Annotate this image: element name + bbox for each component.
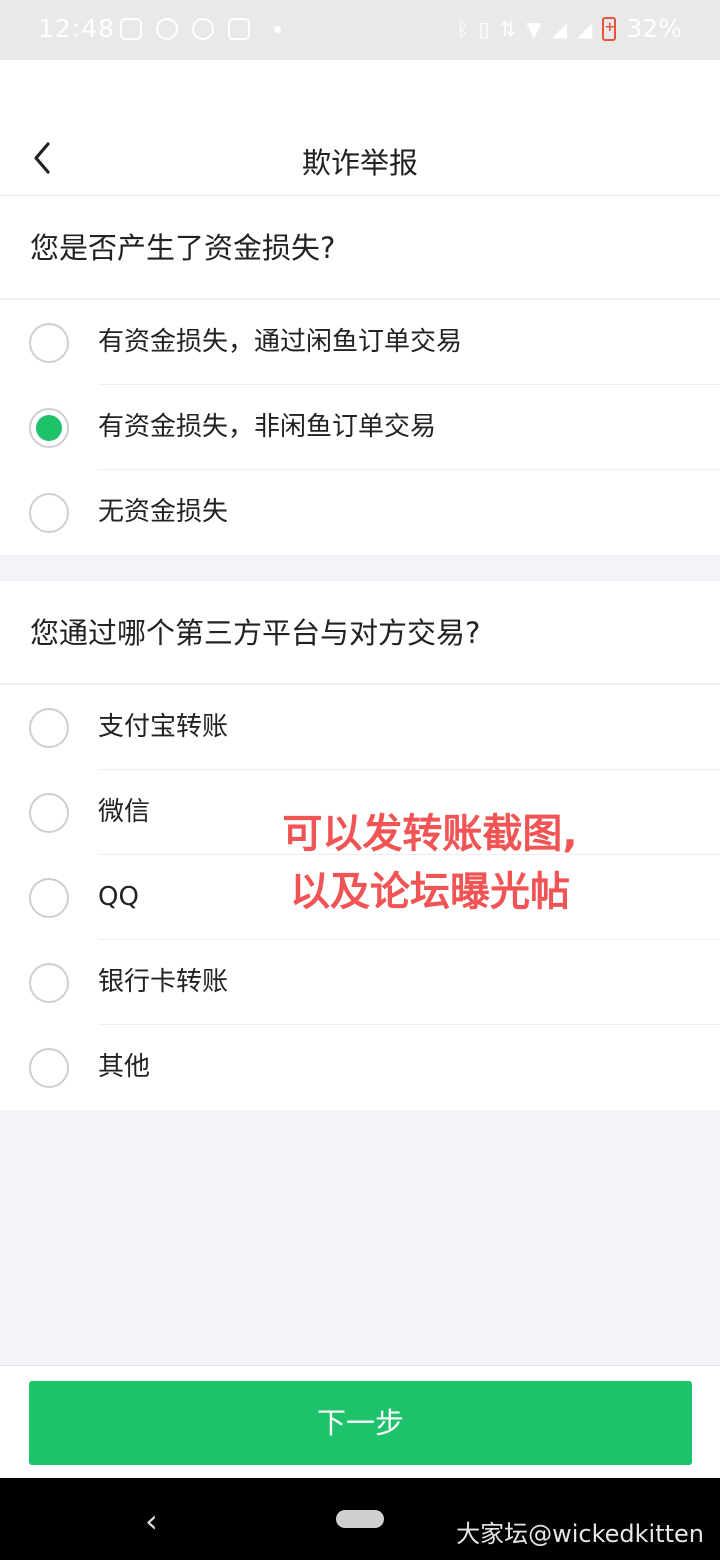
notification-icons	[120, 18, 281, 40]
nav-bar: 欺诈举报	[0, 60, 720, 196]
wechat-icon	[156, 18, 178, 40]
vibrate-icon: ▯	[478, 16, 490, 41]
data-arrows-icon: ⇅	[499, 16, 517, 41]
bluetooth-icon: ᛒ	[456, 16, 469, 41]
radio-option-no-loss[interactable]: 无资金损失	[0, 470, 720, 555]
option-label: 微信	[98, 797, 151, 827]
system-home-pill[interactable]	[336, 1510, 384, 1528]
radio-option-loss-xianyu[interactable]: 有资金损失，通过闲鱼订单交易	[0, 300, 720, 385]
radio-button[interactable]	[29, 493, 69, 533]
system-icons: ᛒ ▯ ⇅ ▼ ◢ ◢ 32%	[456, 14, 682, 43]
watermark: 大家坛@wickedkitten	[456, 1520, 704, 1548]
annotation-overlay: 可以发转账截图, 以及论坛曝光帖	[250, 805, 610, 921]
question-title: 您是否产生了资金损失?	[0, 196, 720, 300]
battery-charging-icon	[602, 16, 617, 41]
option-label: 有资金损失，非闲鱼订单交易	[98, 412, 437, 442]
radio-button[interactable]	[29, 793, 69, 833]
radio-option-loss-non-xianyu[interactable]: 有资金损失，非闲鱼订单交易	[0, 385, 720, 470]
question-section-loss: 您是否产生了资金损失? 有资金损失，通过闲鱼订单交易 有资金损失，非闲鱼订单交易…	[0, 196, 720, 555]
wifi-icon: ▼	[526, 16, 542, 41]
radio-option-other[interactable]: 其他	[0, 1025, 720, 1110]
next-step-button[interactable]: 下一步	[29, 1381, 692, 1465]
system-nav-bar: ‹ 大家坛@wickedkitten	[0, 1478, 720, 1560]
radio-option-bank-transfer[interactable]: 银行卡转账	[0, 940, 720, 1025]
more-notifications-dot	[274, 25, 281, 33]
radio-option-alipay[interactable]: 支付宝转账	[0, 685, 720, 770]
wechat-icon	[192, 18, 214, 40]
radio-button[interactable]	[29, 323, 69, 363]
radio-button[interactable]	[29, 963, 69, 1003]
status-bar: 12:48 ᛒ ▯ ⇅ ▼ ◢ ◢ 32%	[0, 0, 720, 60]
page-title: 欺诈举报	[301, 146, 418, 180]
radio-button[interactable]	[29, 1048, 69, 1088]
option-label: 支付宝转账	[98, 712, 229, 742]
option-label: 无资金损失	[98, 497, 229, 527]
bottom-action-bar: 下一步	[0, 1365, 720, 1479]
annotation-line-2: 以及论坛曝光帖	[290, 869, 570, 915]
gallery-icon	[120, 18, 142, 40]
question-title: 您通过哪个第三方平台与对方交易?	[0, 581, 720, 685]
option-label: 其他	[98, 1052, 151, 1082]
radio-button[interactable]	[29, 878, 69, 918]
signal-roaming-icon: ◢	[577, 16, 593, 41]
radio-button-selected[interactable]	[29, 408, 69, 448]
radio-button[interactable]	[29, 708, 69, 748]
app-icon	[228, 18, 250, 40]
system-back-icon[interactable]: ‹	[145, 1502, 158, 1540]
signal-icon: ◢	[551, 16, 568, 41]
option-label: 银行卡转账	[98, 967, 229, 997]
option-label: 有资金损失，通过闲鱼订单交易	[98, 327, 463, 357]
annotation-line-1: 可以发转账截图,	[282, 811, 578, 857]
battery-percent: 32%	[626, 14, 682, 43]
status-time: 12:48	[38, 14, 116, 43]
option-label: QQ	[98, 882, 139, 912]
